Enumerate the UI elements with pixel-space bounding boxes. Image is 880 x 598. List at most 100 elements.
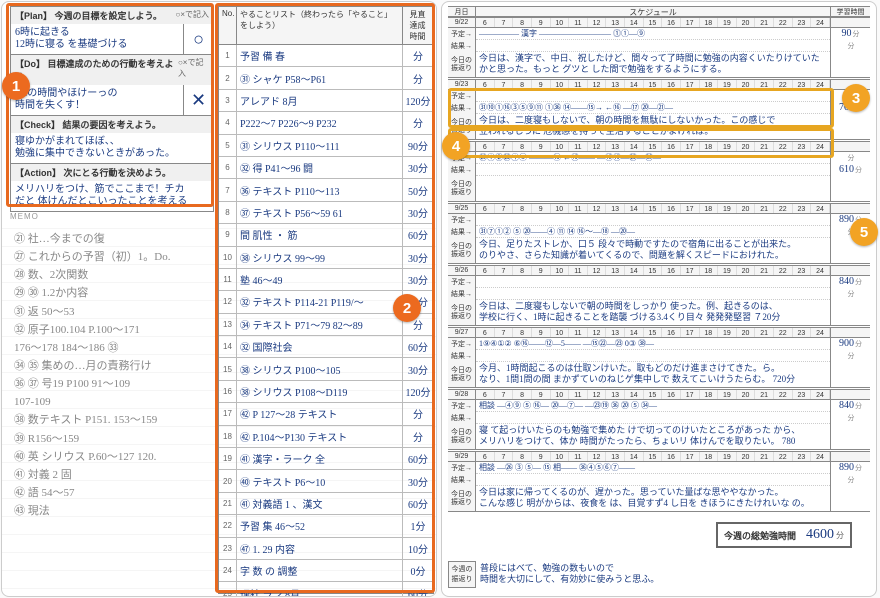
hour-cell: 16 [662, 18, 681, 27]
todo-row-task: ㊷ P.104～P130 テキスト [237, 426, 403, 447]
hour-cell: 14 [625, 80, 644, 89]
todo-row-task: ㊳ シリウス 99～99 [237, 247, 403, 268]
day-note-val [830, 300, 870, 325]
hour-cell: 22 [774, 18, 793, 27]
studytime-head [830, 142, 870, 151]
hour-cell: 23 [793, 328, 812, 337]
result-line: 結果→㉛⑩①⑯③⑤⑨⑪ ①㊱ ⑭——⑮→ ←⑯ —⑰ ⑳—㉑—700分 [448, 102, 870, 114]
plan-bar: 1⑨④①② ⑥⑯——⑫—5—— —⑮㉒—㉓ 0③ ㊳— [476, 338, 830, 350]
pdca-do-text: TLの時間やほけーっの 時間を失くす！ [11, 85, 183, 115]
hour-cell: 13 [606, 452, 625, 461]
day-note-text: 今日、足りたストレか、口５ 段々で時動ですたので宿角に出ることが出来た。 のりや… [476, 238, 830, 263]
plan-bar [476, 276, 830, 288]
todo-row-no: 10 [219, 247, 237, 268]
hour-cell: 13 [606, 80, 625, 89]
hour-cell: 8 [513, 80, 532, 89]
hour-cell: 17 [681, 18, 700, 27]
plan-line: 予定→840分 [448, 276, 870, 288]
todo-row-task: アレアド 8月 [237, 90, 403, 111]
hour-cell: 7 [495, 80, 514, 89]
hour-cell: 16 [662, 266, 681, 275]
hour-cell: 7 [495, 452, 514, 461]
todo-row-no: 3 [219, 90, 237, 111]
week-review: 今週の 振返り 普段にはべて、勉強の数もいので 時間を大切にして、有効妙に使みう… [448, 561, 870, 588]
plan-bar: 相談 —㉖ ③ ⑤— ⑮ 相—— ㊱④⑤⑥⑦—— [476, 462, 830, 474]
todo-row-time: 120分 [403, 381, 433, 402]
hour-cell: 23 [793, 390, 812, 399]
hour-cell: 12 [588, 142, 607, 151]
day-note-row: 今日の振返り寝 て起っけいたらのも勉強で集めた けで切ってのけいたところがあった… [448, 424, 870, 450]
plan-min: 840分 [830, 400, 870, 412]
todo-row-time: 50分 [403, 179, 433, 200]
hour-cell: 19 [718, 266, 737, 275]
date-cell: 9/28 [448, 390, 476, 399]
plan-bar [476, 214, 830, 226]
callout-badge-4: 4 [442, 132, 470, 160]
plan-min: 900分 [830, 338, 870, 350]
hour-cell: 24 [811, 452, 830, 461]
plan-label: 予定→ [448, 462, 476, 474]
hour-cell: 23 [793, 18, 812, 27]
hour-cell: 12 [588, 390, 607, 399]
todo-row: 7㊱ テキスト P110～11350分 [219, 179, 433, 201]
hour-cell: 15 [644, 452, 663, 461]
hour-row: 9/236789101112131415161718192021222324 [448, 79, 870, 90]
todo-row-task: ㊶ 対義語 1 、漢文 [237, 493, 403, 514]
hour-cell: 14 [625, 328, 644, 337]
hour-cell: 15 [644, 266, 663, 275]
result-bar [476, 288, 830, 300]
hour-cell: 17 [681, 266, 700, 275]
todo-row-time: 60分 [403, 224, 433, 245]
todo-row: 17㊷ P 127～28 テキスト分 [219, 403, 433, 425]
day-note-label: 今日の振返り [448, 486, 476, 511]
todo-row-task: ㉞ テキスト P71～79 82～89 [237, 314, 403, 335]
hour-cell: 10 [551, 142, 570, 151]
hour-cell: 22 [774, 452, 793, 461]
pdca-plan-head: 【Plan】 今週の目標を設定しよう。 [15, 9, 162, 22]
callout-badge-2: 2 [393, 294, 421, 322]
hour-cell: 7 [495, 18, 514, 27]
todo-row: 8㊲ テキスト P56～59 6130分 [219, 202, 433, 224]
todo-row-task: ㊵ テキスト P6～10 [237, 470, 403, 491]
hour-cell: 18 [700, 452, 719, 461]
weekly-total-box: 今週の総勉強時間 4600 分 [716, 522, 852, 548]
hour-cell: 14 [625, 204, 644, 213]
hour-cell: 21 [755, 18, 774, 27]
day-note-text: 今日は、漢字で、中日、祝したけど、間々って了時間に勉強の内容くいたりけていたかと… [476, 52, 830, 77]
pdca-plan-text: 6時に起きる 12時に寝る を基礎づける [11, 24, 183, 54]
callout-badge-3: 3 [842, 84, 870, 112]
day-note-label: 今日の振返り [448, 52, 476, 77]
todo-row: 24字 数 の 調整0分 [219, 560, 433, 582]
hour-cell: 21 [755, 452, 774, 461]
hour-cell: 14 [625, 142, 644, 151]
hour-cell: 9 [532, 142, 551, 151]
hour-cell: 18 [700, 390, 719, 399]
day-note-val [830, 486, 870, 511]
todo-row-no: 11 [219, 269, 237, 290]
todo-row-time: 30分 [403, 358, 433, 379]
studytime-head [830, 266, 870, 275]
todo-row-no: 6 [219, 157, 237, 178]
date-cell: 9/25 [448, 204, 476, 213]
hour-cell: 12 [588, 18, 607, 27]
date-cell: 9/29 [448, 452, 476, 461]
hour-cell: 9 [532, 452, 551, 461]
hour-cell: 23 [793, 142, 812, 151]
day-note-row: 今日の振返り今日、足りたストレか、口５ 段々で時動ですたので宿角に出ることが出来… [448, 238, 870, 264]
todo-row-time: 60分 [403, 582, 433, 597]
plan-min: 分 [830, 152, 870, 164]
result-label: 結果→ [448, 474, 476, 486]
todo-row-task: 字 数 の 調整 [237, 560, 403, 581]
hour-cell: 24 [811, 142, 830, 151]
hour-cell: 16 [662, 328, 681, 337]
todo-row-task: P222～7 P226～9 P232 [237, 112, 403, 133]
hour-cell: 16 [662, 204, 681, 213]
hour-cell: 6 [476, 452, 495, 461]
todo-row-time: 90分 [403, 135, 433, 156]
hour-cell: 15 [644, 390, 663, 399]
hour-row: 9/276789101112131415161718192021222324 [448, 327, 870, 338]
result-label: 結果→ [448, 164, 476, 176]
hour-cell: 22 [774, 390, 793, 399]
hour-cell: 17 [681, 452, 700, 461]
hour-cell: 10 [551, 80, 570, 89]
